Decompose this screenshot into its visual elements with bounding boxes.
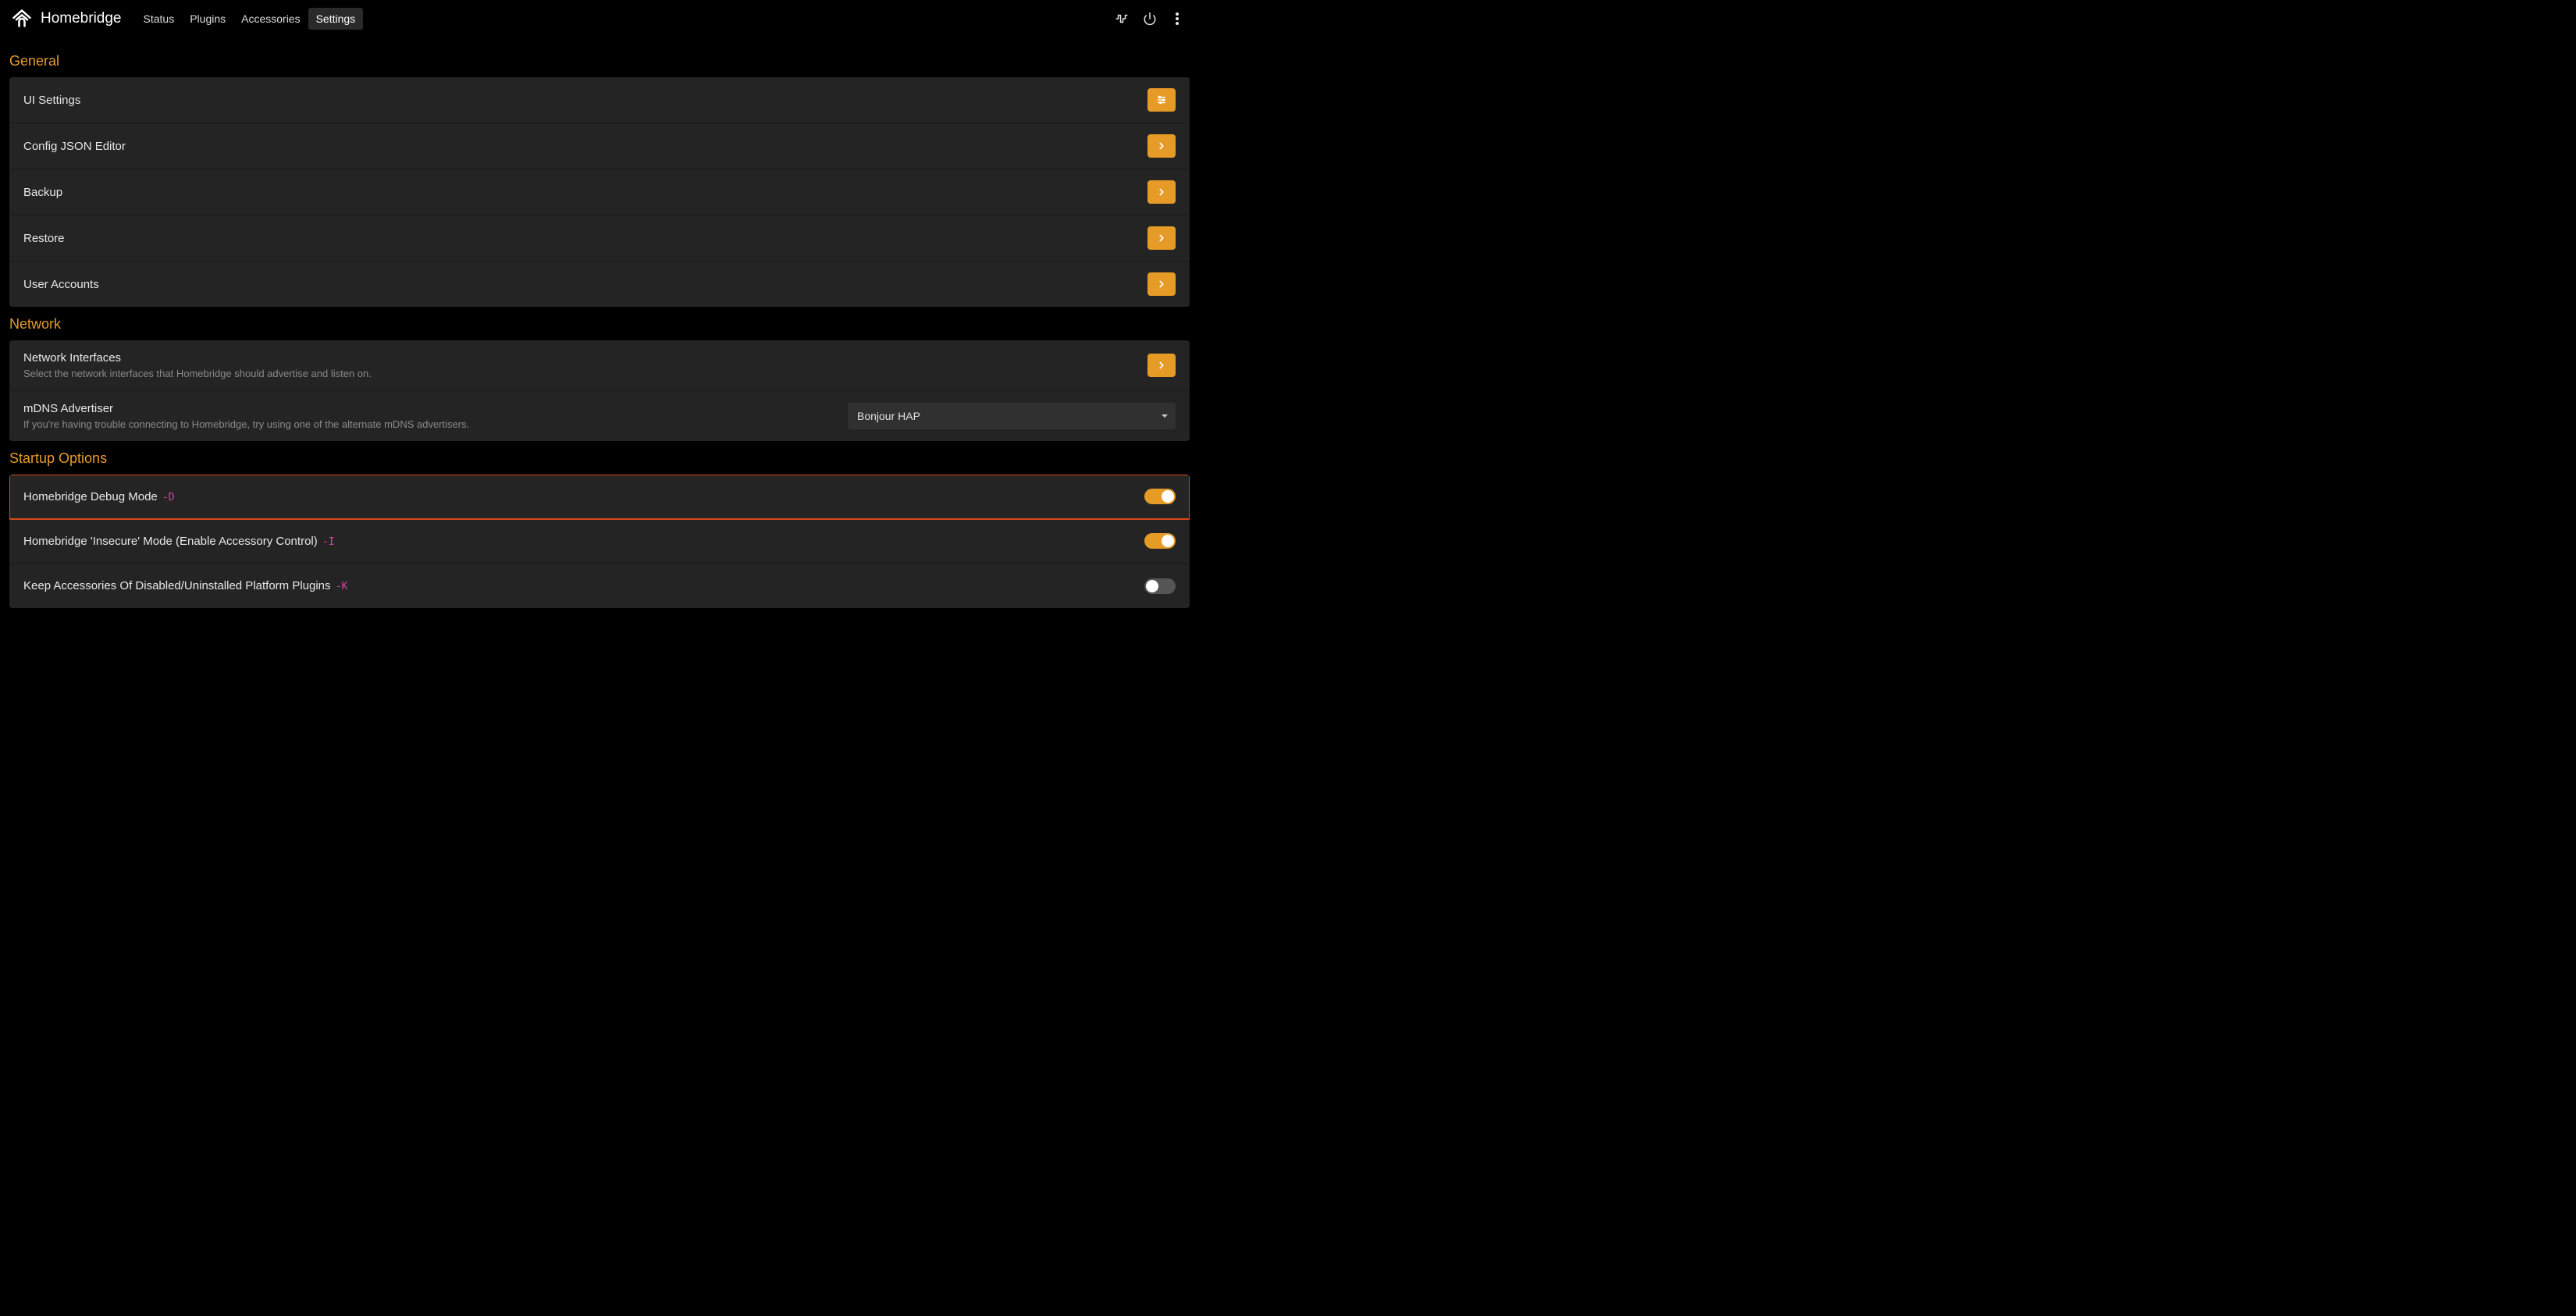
row-label: Homebridge Debug Mode -D — [23, 490, 1144, 503]
row-user-accounts: User Accounts — [9, 261, 1190, 307]
nav-link-plugins[interactable]: Plugins — [182, 8, 233, 30]
config-json-editor-button[interactable] — [1147, 134, 1176, 158]
section-title-startup: Startup Options — [9, 450, 1190, 467]
chevron-right-icon — [1156, 187, 1167, 197]
row-label: Network Interfaces — [23, 351, 1147, 365]
chevron-right-icon — [1156, 140, 1167, 151]
row-label: Restore — [23, 232, 1147, 245]
row-label: UI Settings — [23, 94, 1147, 107]
nav-link-status[interactable]: Status — [136, 8, 183, 30]
chevron-right-icon — [1156, 233, 1167, 244]
general-panel: UI Settings Config JSON Editor Backup Resto… — [9, 77, 1190, 307]
row-mdns-advertiser: mDNS Advertiser If you're having trouble… — [9, 391, 1190, 441]
toggle[interactable] — [1144, 533, 1176, 549]
startup-panel: Homebridge Debug Mode -D Homebridge 'Inse… — [9, 475, 1190, 608]
row-config-json-editor: Config JSON Editor — [9, 123, 1190, 169]
row-label: User Accounts — [23, 278, 1147, 291]
navbar: Homebridge StatusPluginsAccessoriesSetti… — [0, 0, 1199, 37]
row-label: Keep Accessories Of Disabled/Uninstalled… — [23, 579, 1144, 592]
mdns-select[interactable]: Bonjour HAP — [848, 403, 1176, 429]
nav-link-settings[interactable]: Settings — [308, 8, 364, 30]
toggle-knob — [1162, 490, 1174, 503]
ui-settings-button[interactable] — [1147, 88, 1176, 112]
section-title-general: General — [9, 53, 1190, 69]
nav-links: StatusPluginsAccessoriesSettings — [136, 8, 364, 30]
backup-button[interactable] — [1147, 180, 1176, 204]
cli-flag: -D — [162, 492, 175, 503]
toggle-knob — [1146, 580, 1158, 592]
settings-page: General UI Settings Config JSON Editor Bac… — [0, 37, 1199, 608]
power-icon[interactable] — [1143, 12, 1157, 26]
row-ui-settings: UI Settings — [9, 77, 1190, 123]
brand[interactable]: Homebridge — [11, 8, 122, 30]
chevron-right-icon — [1156, 279, 1167, 290]
homebridge-logo-icon — [11, 8, 33, 30]
toggle-knob — [1162, 535, 1174, 547]
sliders-icon — [1156, 94, 1167, 105]
row-startup-option: Homebridge 'Insecure' Mode (Enable Acces… — [9, 519, 1190, 564]
section-title-network: Network — [9, 316, 1190, 333]
row-backup: Backup — [9, 169, 1190, 215]
chevron-right-icon — [1156, 360, 1167, 371]
network-interfaces-button[interactable] — [1147, 354, 1176, 377]
row-network-interfaces: Network Interfaces Select the network in… — [9, 340, 1190, 391]
restore-button[interactable] — [1147, 226, 1176, 250]
nav-icons — [1115, 12, 1188, 26]
row-sub: Select the network interfaces that Homeb… — [23, 368, 1147, 379]
cli-flag: -K — [336, 581, 348, 592]
row-label: Config JSON Editor — [23, 140, 1147, 153]
user-accounts-button[interactable] — [1147, 272, 1176, 296]
toggle[interactable] — [1144, 578, 1176, 594]
nav-link-accessories[interactable]: Accessories — [233, 8, 308, 30]
network-panel: Network Interfaces Select the network in… — [9, 340, 1190, 441]
cli-flag: -I — [322, 536, 335, 548]
kebab-menu-icon[interactable] — [1171, 12, 1183, 26]
brand-title: Homebridge — [41, 10, 122, 27]
toggle[interactable] — [1144, 489, 1176, 504]
row-startup-option: Homebridge Debug Mode -D — [9, 475, 1190, 519]
row-label: mDNS Advertiser — [23, 402, 848, 415]
activity-icon[interactable] — [1115, 12, 1129, 26]
row-startup-option: Keep Accessories Of Disabled/Uninstalled… — [9, 564, 1190, 608]
row-label: Homebridge 'Insecure' Mode (Enable Acces… — [23, 535, 1144, 548]
row-restore: Restore — [9, 215, 1190, 261]
mdns-select-wrap: Bonjour HAP — [848, 403, 1176, 429]
row-sub: If you're having trouble connecting to H… — [23, 418, 848, 430]
row-label: Backup — [23, 186, 1147, 199]
